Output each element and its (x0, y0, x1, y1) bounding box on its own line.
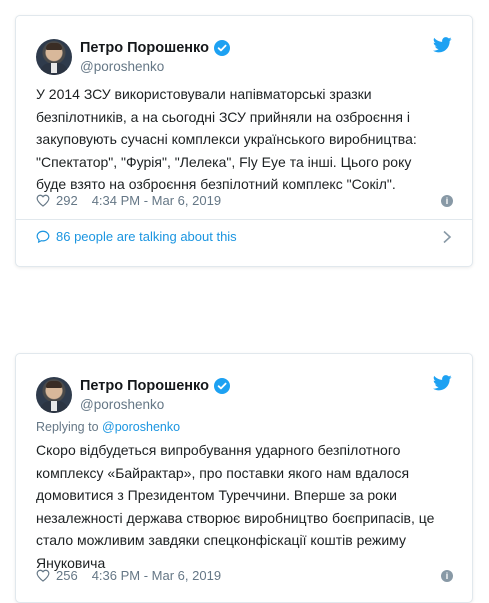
chevron-right-icon[interactable] (442, 230, 452, 244)
talking-about-link[interactable]: 86 people are talking about this (36, 229, 237, 244)
author-name[interactable]: Петро Порошенко (80, 377, 230, 395)
like-count[interactable]: 256 (56, 568, 78, 583)
avatar[interactable] (36, 377, 72, 413)
like-count[interactable]: 292 (56, 193, 78, 208)
tweet-header: Петро Порошенко @poroshenko (36, 33, 452, 79)
reply-to-link[interactable]: @poroshenko (102, 420, 180, 434)
tweet-meta: 256 4:36 PM - Mar 6, 2019 (36, 568, 221, 583)
tweet-text: Скоро відбудеться випробування ударного … (36, 442, 435, 571)
divider (16, 219, 472, 220)
info-icon[interactable]: i (441, 570, 453, 582)
twitter-bird-icon[interactable] (433, 37, 452, 53)
reply-prefix: Replying to (36, 420, 99, 434)
heart-icon[interactable] (36, 569, 50, 582)
author-name-text[interactable]: Петро Порошенко (80, 377, 209, 395)
speech-bubble-icon (36, 230, 50, 243)
tweet-card[interactable]: Петро Порошенко @poroshenko У 2014 ЗСУ в… (15, 15, 473, 267)
info-icon[interactable]: i (441, 195, 453, 207)
author-name-text[interactable]: Петро Порошенко (80, 39, 209, 57)
avatar[interactable] (36, 39, 72, 75)
verified-badge-icon (213, 40, 230, 56)
author-name[interactable]: Петро Порошенко (80, 39, 230, 57)
verified-badge-icon (213, 378, 230, 394)
heart-icon[interactable] (36, 194, 50, 207)
tweet-header: Петро Порошенко @poroshenko (36, 371, 452, 417)
tweet-timestamp[interactable]: 4:34 PM - Mar 6, 2019 (92, 193, 221, 208)
tweet-meta: 292 4:34 PM - Mar 6, 2019 (36, 193, 221, 208)
author-handle[interactable]: @poroshenko (80, 59, 164, 74)
talking-about-text[interactable]: 86 people are talking about this (56, 229, 237, 244)
tweet-card[interactable]: Петро Порошенко @poroshenko Replying to … (15, 353, 473, 603)
author-handle[interactable]: @poroshenko (80, 397, 164, 412)
tweet-text: У 2014 ЗСУ використовували напівматорськ… (36, 86, 417, 193)
reply-context: Replying to @poroshenko (36, 420, 180, 434)
twitter-bird-icon[interactable] (433, 375, 452, 391)
tweet-timestamp[interactable]: 4:36 PM - Mar 6, 2019 (92, 568, 221, 583)
